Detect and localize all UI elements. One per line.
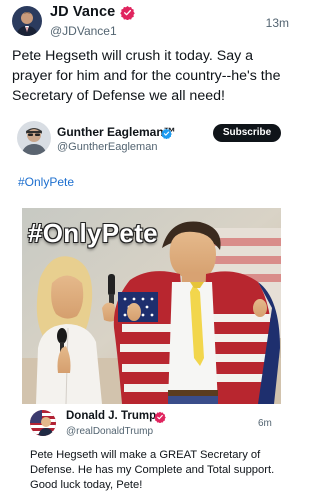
post-text: Pete Hegseth will crush it today. Say a … xyxy=(12,48,281,104)
subscribe-button[interactable]: Subscribe xyxy=(213,124,281,142)
gunther-avatar[interactable] xyxy=(17,121,51,155)
quoted-author-name[interactable]: Gunther Eagleman™ xyxy=(57,125,176,139)
post-image[interactable]: #OnlyPete xyxy=(22,208,281,404)
image-overlay-text: #OnlyPete xyxy=(28,218,158,248)
verified-badge-icon xyxy=(154,410,166,424)
hashtag-link[interactable]: #OnlyPete xyxy=(18,175,74,189)
jd-vance-avatar[interactable] xyxy=(12,6,42,36)
verified-badge-icon xyxy=(161,126,172,140)
embedded-timestamp[interactable]: 6m xyxy=(258,418,272,429)
post-timestamp[interactable]: 13m xyxy=(266,16,289,30)
embedded-author-name[interactable]: Donald J. Trump xyxy=(66,410,156,422)
author-handle[interactable]: @JDVance1 xyxy=(50,24,117,38)
embedded-author-handle[interactable]: @realDonaldTrump xyxy=(66,426,153,437)
author-name[interactable]: JD Vance xyxy=(50,4,115,20)
post-card: JD Vance @JDVance1 13m Pete Hegseth will… xyxy=(0,0,303,500)
trump-avatar[interactable] xyxy=(30,410,56,436)
embedded-post-text: Pete Hegseth will make a GREAT Secretary… xyxy=(30,449,275,491)
quoted-author-handle[interactable]: @GuntherEagleman xyxy=(57,141,157,153)
verified-badge-icon xyxy=(120,5,135,21)
